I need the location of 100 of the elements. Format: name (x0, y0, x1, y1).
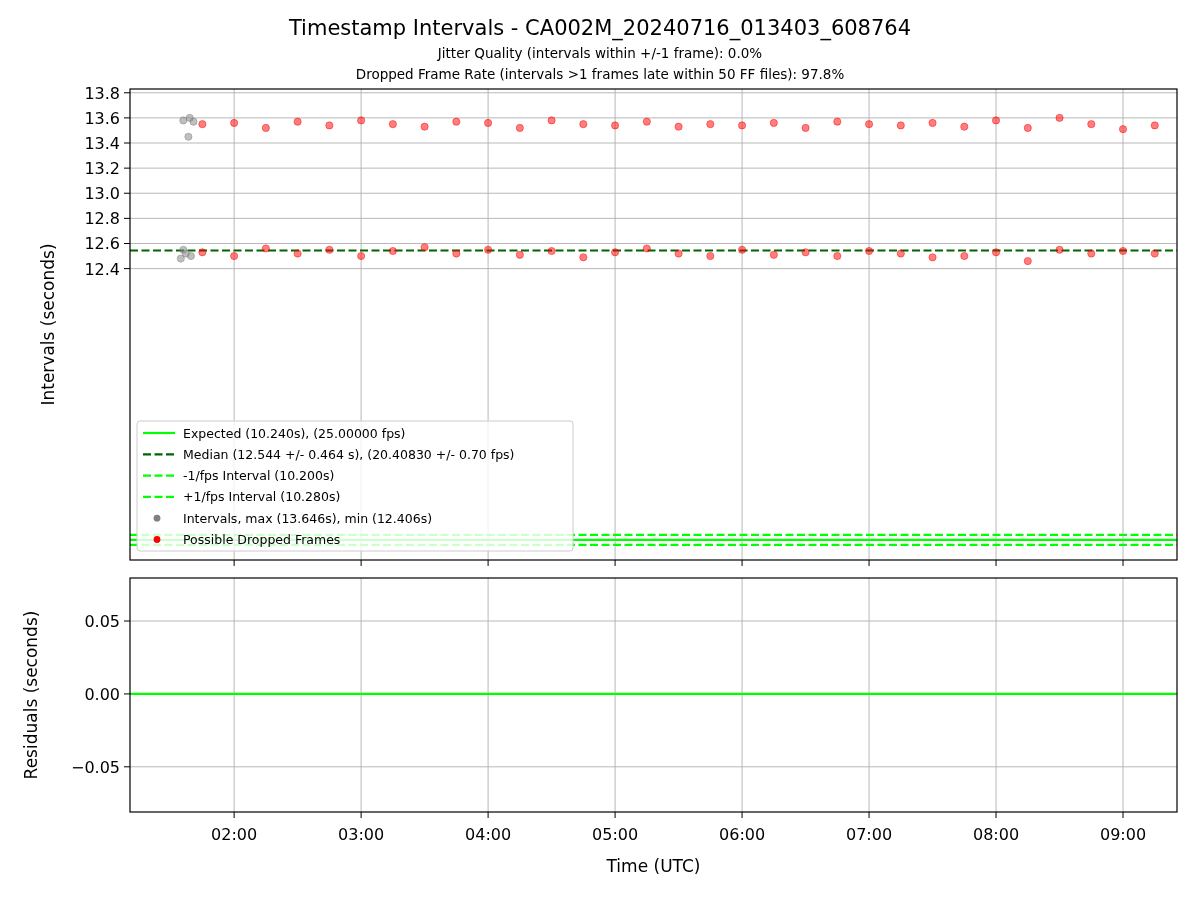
data-point (896, 121, 905, 130)
legend-line-icon (143, 474, 175, 477)
data-point (515, 123, 524, 132)
data-point (1087, 249, 1096, 258)
data-point (261, 244, 270, 253)
axis-label: Residuals (seconds) (21, 610, 41, 780)
axis-tick-label: 12.6 (84, 234, 120, 254)
data-point (179, 245, 188, 254)
data-point (230, 118, 239, 127)
legend-label: +1/fps Interval (10.280s) (183, 489, 341, 505)
axis-tick-label: 13.2 (84, 159, 120, 179)
data-point (1150, 249, 1159, 258)
data-point (642, 244, 651, 253)
data-point (186, 252, 195, 261)
data-point (960, 252, 969, 261)
axis-tick-label: 04:00 (465, 825, 512, 844)
axis-label: Intervals (seconds) (38, 243, 58, 406)
axis-label: Time (UTC) (606, 856, 701, 876)
data-point (1119, 247, 1128, 255)
data-point (1119, 125, 1128, 134)
legend-line-icon (143, 431, 175, 435)
axis-tick-label: 07:00 (846, 825, 893, 844)
axis-tick-label: 13.8 (84, 83, 120, 103)
axis-tick-label: 0.00 (84, 684, 120, 704)
axis-tick-label: 05:00 (592, 825, 639, 844)
legend-line-icon (143, 495, 175, 498)
legend-label: Expected (10.240s), (25.00000 fps) (183, 425, 406, 441)
axis-tick-label: 13.4 (84, 134, 120, 153)
data-point (179, 116, 188, 125)
data-point (185, 113, 194, 122)
legend-label: Intervals, max (13.646s), min (12.406s) (183, 510, 433, 526)
axis-tick-label: 02:00 (211, 825, 258, 844)
data-point (833, 252, 842, 261)
data-point (484, 245, 493, 254)
data-point (452, 249, 461, 258)
data-point (706, 252, 715, 261)
data-point (801, 123, 810, 132)
legend-label: Median (12.544 +/- 0.464 s), (20.40830 +/- 0.70 fps) (183, 446, 515, 462)
data-point (960, 122, 969, 131)
data-point (452, 117, 461, 126)
data-point (579, 253, 588, 262)
axis-tick-label: 0.05 (84, 612, 120, 631)
data-point (198, 120, 207, 129)
data-point (325, 245, 334, 254)
data-point (674, 249, 683, 258)
data-point (928, 118, 937, 127)
data-point (738, 245, 747, 254)
data-point (1055, 245, 1064, 254)
data-point (420, 122, 429, 131)
legend-line-icon (143, 453, 175, 456)
axis-tick-label: −0.05 (70, 757, 120, 777)
data-point (293, 117, 302, 126)
axis-tick-label: 06:00 (719, 825, 766, 844)
data-point (611, 121, 620, 130)
data-point (420, 243, 429, 252)
axis-tick-label: 08:00 (973, 825, 1020, 844)
chart-title: Timestamp Intervals - CA002M_20240716_013403_608764 (288, 15, 912, 43)
data-point (293, 249, 302, 258)
data-point (198, 248, 207, 257)
axis-tick-label: 03:00 (338, 825, 385, 844)
data-point (230, 252, 239, 261)
data-point (1023, 123, 1032, 132)
data-point (515, 250, 524, 259)
data-point (547, 247, 556, 255)
data-point (706, 120, 715, 129)
data-point (184, 132, 193, 141)
data-point (357, 116, 366, 125)
axis-tick-label: 13.6 (84, 108, 120, 128)
data-point (357, 252, 366, 261)
data-point (769, 118, 778, 127)
data-point (738, 121, 747, 130)
data-point (992, 116, 1001, 125)
data-point (1150, 121, 1159, 130)
axis-tick-label: 12.4 (84, 259, 120, 279)
legend-label: -1/fps Interval (10.200s) (183, 468, 335, 484)
data-point (1055, 113, 1064, 122)
data-point (388, 120, 397, 129)
legend-label: Possible Dropped Frames (183, 532, 341, 547)
data-point (579, 120, 588, 129)
data-point (1023, 257, 1032, 266)
axis-tick-label: 12.8 (84, 209, 120, 229)
data-point (484, 118, 493, 127)
data-point (928, 253, 937, 262)
data-point (176, 254, 185, 263)
data-point (325, 121, 334, 130)
data-point (261, 123, 270, 132)
axis-tick-label: 09:00 (1100, 825, 1147, 844)
data-point (388, 247, 397, 255)
chart-subtitle: Dropped Frame Rate (intervals >1 frames late within 50 FF files): 97.8% (355, 65, 845, 84)
data-point (769, 250, 778, 259)
data-point (833, 117, 842, 126)
data-point (801, 248, 810, 257)
data-point (865, 247, 874, 255)
data-point (1087, 120, 1096, 129)
data-point (189, 117, 198, 126)
data-point (896, 249, 905, 258)
data-point (611, 248, 620, 257)
data-point (547, 116, 556, 125)
axis-tick-label: 13.0 (84, 184, 120, 204)
data-point (992, 248, 1001, 257)
